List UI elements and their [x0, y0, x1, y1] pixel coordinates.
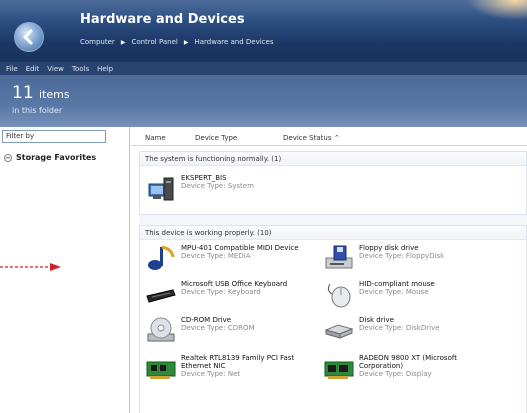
back-arrow-icon: [23, 29, 33, 45]
column-device-status-label: Device Status: [283, 133, 332, 142]
music-note-icon: [146, 244, 176, 272]
device-type: Device Type: Net: [181, 370, 241, 378]
item-count-bar: 11 items in this folder: [0, 75, 527, 127]
device-name: Microsoft USB Office Keyboard: [181, 280, 288, 288]
device-name: Realtek RTL8139 Family PCI Fast Ethernet…: [181, 354, 295, 370]
device-name: EKSPERT_BIS: [181, 174, 227, 182]
menu-edit[interactable]: Edit: [26, 65, 40, 73]
breadcrumb: Computer ▶ Control Panel ▶ Hardware and …: [80, 38, 274, 46]
device-name: Disk drive: [359, 316, 394, 324]
menu-bar: File Edit View Tools Help: [0, 62, 527, 75]
device-text: Realtek RTL8139 Family PCI Fast Ethernet…: [181, 354, 311, 378]
device-name: CD-ROM Drive: [181, 316, 232, 324]
group-separator: [139, 215, 527, 225]
item-count-subtitle: in this folder: [12, 106, 63, 115]
title-glow: [467, 0, 527, 20]
device-item-cdrom[interactable]: CD-ROM Drive Device Type: CDROM: [146, 316, 301, 344]
breadcrumb-computer[interactable]: Computer: [80, 38, 115, 46]
device-item-keyboard[interactable]: Microsoft USB Office Keyboard Device Typ…: [146, 280, 321, 308]
column-device-type[interactable]: Device Type: [195, 134, 283, 142]
device-type: Device Type: CDROM: [181, 324, 255, 332]
breadcrumb-hardware[interactable]: Hardware and Devices: [194, 38, 273, 46]
column-device-status[interactable]: Device Status ⌃: [283, 134, 363, 142]
device-text: Disk drive Device Type: DiskDrive: [359, 316, 479, 332]
display-adapter-icon: [324, 354, 354, 382]
annotation-arrow-icon: [0, 263, 61, 271]
device-text: CD-ROM Drive Device Type: CDROM: [181, 316, 301, 332]
device-type: Device Type: Mouse: [359, 288, 429, 296]
device-text: Microsoft USB Office Keyboard Device Typ…: [181, 280, 321, 296]
floppy-drive-icon: [324, 244, 354, 272]
device-type: Device Type: DiskDrive: [359, 324, 440, 332]
network-card-icon: [146, 354, 176, 382]
back-button[interactable]: [14, 22, 44, 52]
device-name: Floppy disk drive: [359, 244, 419, 252]
menu-tools[interactable]: Tools: [72, 65, 89, 73]
item-count-number: 11: [12, 83, 34, 103]
device-type: Device Type: System: [181, 182, 254, 190]
device-list-pane: Name Device Type Device Status ⌃ The sys…: [131, 127, 527, 413]
mouse-icon: [324, 280, 354, 308]
item-count: 11 items: [12, 83, 70, 103]
window-title: Hardware and Devices: [80, 12, 245, 27]
device-group-normal: The system is functioning normally. (1) …: [139, 151, 527, 215]
device-group-working: This device is working properly. (10) MP…: [139, 225, 527, 413]
device-item-disk-drive[interactable]: Disk drive Device Type: DiskDrive: [324, 316, 479, 344]
breadcrumb-separator-icon: ▶: [120, 38, 126, 46]
device-text: Floppy disk drive Device Type: FloppyDis…: [359, 244, 479, 260]
device-name: RADEON 9800 XT (Microsoft Corporation): [359, 354, 457, 370]
device-text: HID-compliant mouse Device Type: Mouse: [359, 280, 479, 296]
device-item-midi[interactable]: MPU-401 Compatible MIDI Device Device Ty…: [146, 244, 301, 272]
disk-drive-icon: [324, 316, 354, 344]
group-header[interactable]: The system is functioning normally. (1): [140, 152, 526, 166]
column-name[interactable]: Name: [145, 134, 195, 142]
title-bar: Hardware and Devices Computer ▶ Control …: [0, 0, 527, 62]
menu-view[interactable]: View: [47, 65, 64, 73]
device-item-ekspert-bis[interactable]: EKSPERT_BIS Device Type: System: [146, 174, 254, 202]
menu-help[interactable]: Help: [97, 65, 113, 73]
device-type: Device Type: Display: [359, 370, 432, 378]
device-item-mouse[interactable]: HID-compliant mouse Device Type: Mouse: [324, 280, 479, 308]
breadcrumb-separator-icon: ▶: [183, 38, 189, 46]
device-text: EKSPERT_BIS Device Type: System: [181, 174, 254, 190]
device-item-floppy[interactable]: Floppy disk drive Device Type: FloppyDis…: [324, 244, 479, 272]
device-text: MPU-401 Compatible MIDI Device Device Ty…: [181, 244, 301, 260]
item-count-unit: items: [39, 88, 70, 101]
column-header: Name Device Type Device Status ⌃: [131, 130, 527, 146]
device-name: MPU-401 Compatible MIDI Device: [181, 244, 299, 252]
device-text: RADEON 9800 XT (Microsoft Corporation) D…: [359, 354, 489, 378]
device-name: HID-compliant mouse: [359, 280, 435, 288]
sort-ascending-icon: ⌃: [333, 133, 340, 142]
computer-icon: [146, 174, 176, 202]
group-header[interactable]: This device is working properly. (10): [140, 226, 526, 240]
keyboard-icon: [146, 280, 176, 308]
menu-file[interactable]: File: [6, 65, 18, 73]
cd-drive-icon: [146, 316, 176, 344]
filter-input[interactable]: Filter by: [2, 130, 106, 143]
storage-favorites-label: Storage Favorites: [16, 153, 97, 162]
breadcrumb-control-panel[interactable]: Control Panel: [131, 38, 177, 46]
device-item-network[interactable]: Realtek RTL8139 Family PCI Fast Ethernet…: [146, 354, 311, 382]
device-item-display[interactable]: RADEON 9800 XT (Microsoft Corporation) D…: [324, 354, 489, 382]
device-type: Device Type: FloppyDisk: [359, 252, 445, 260]
device-type: Device Type: MEDIA: [181, 252, 251, 260]
device-type: Device Type: Keyboard: [181, 288, 261, 296]
collapse-icon[interactable]: −: [4, 153, 12, 162]
storage-favorites[interactable]: − Storage Favorites: [4, 153, 96, 162]
